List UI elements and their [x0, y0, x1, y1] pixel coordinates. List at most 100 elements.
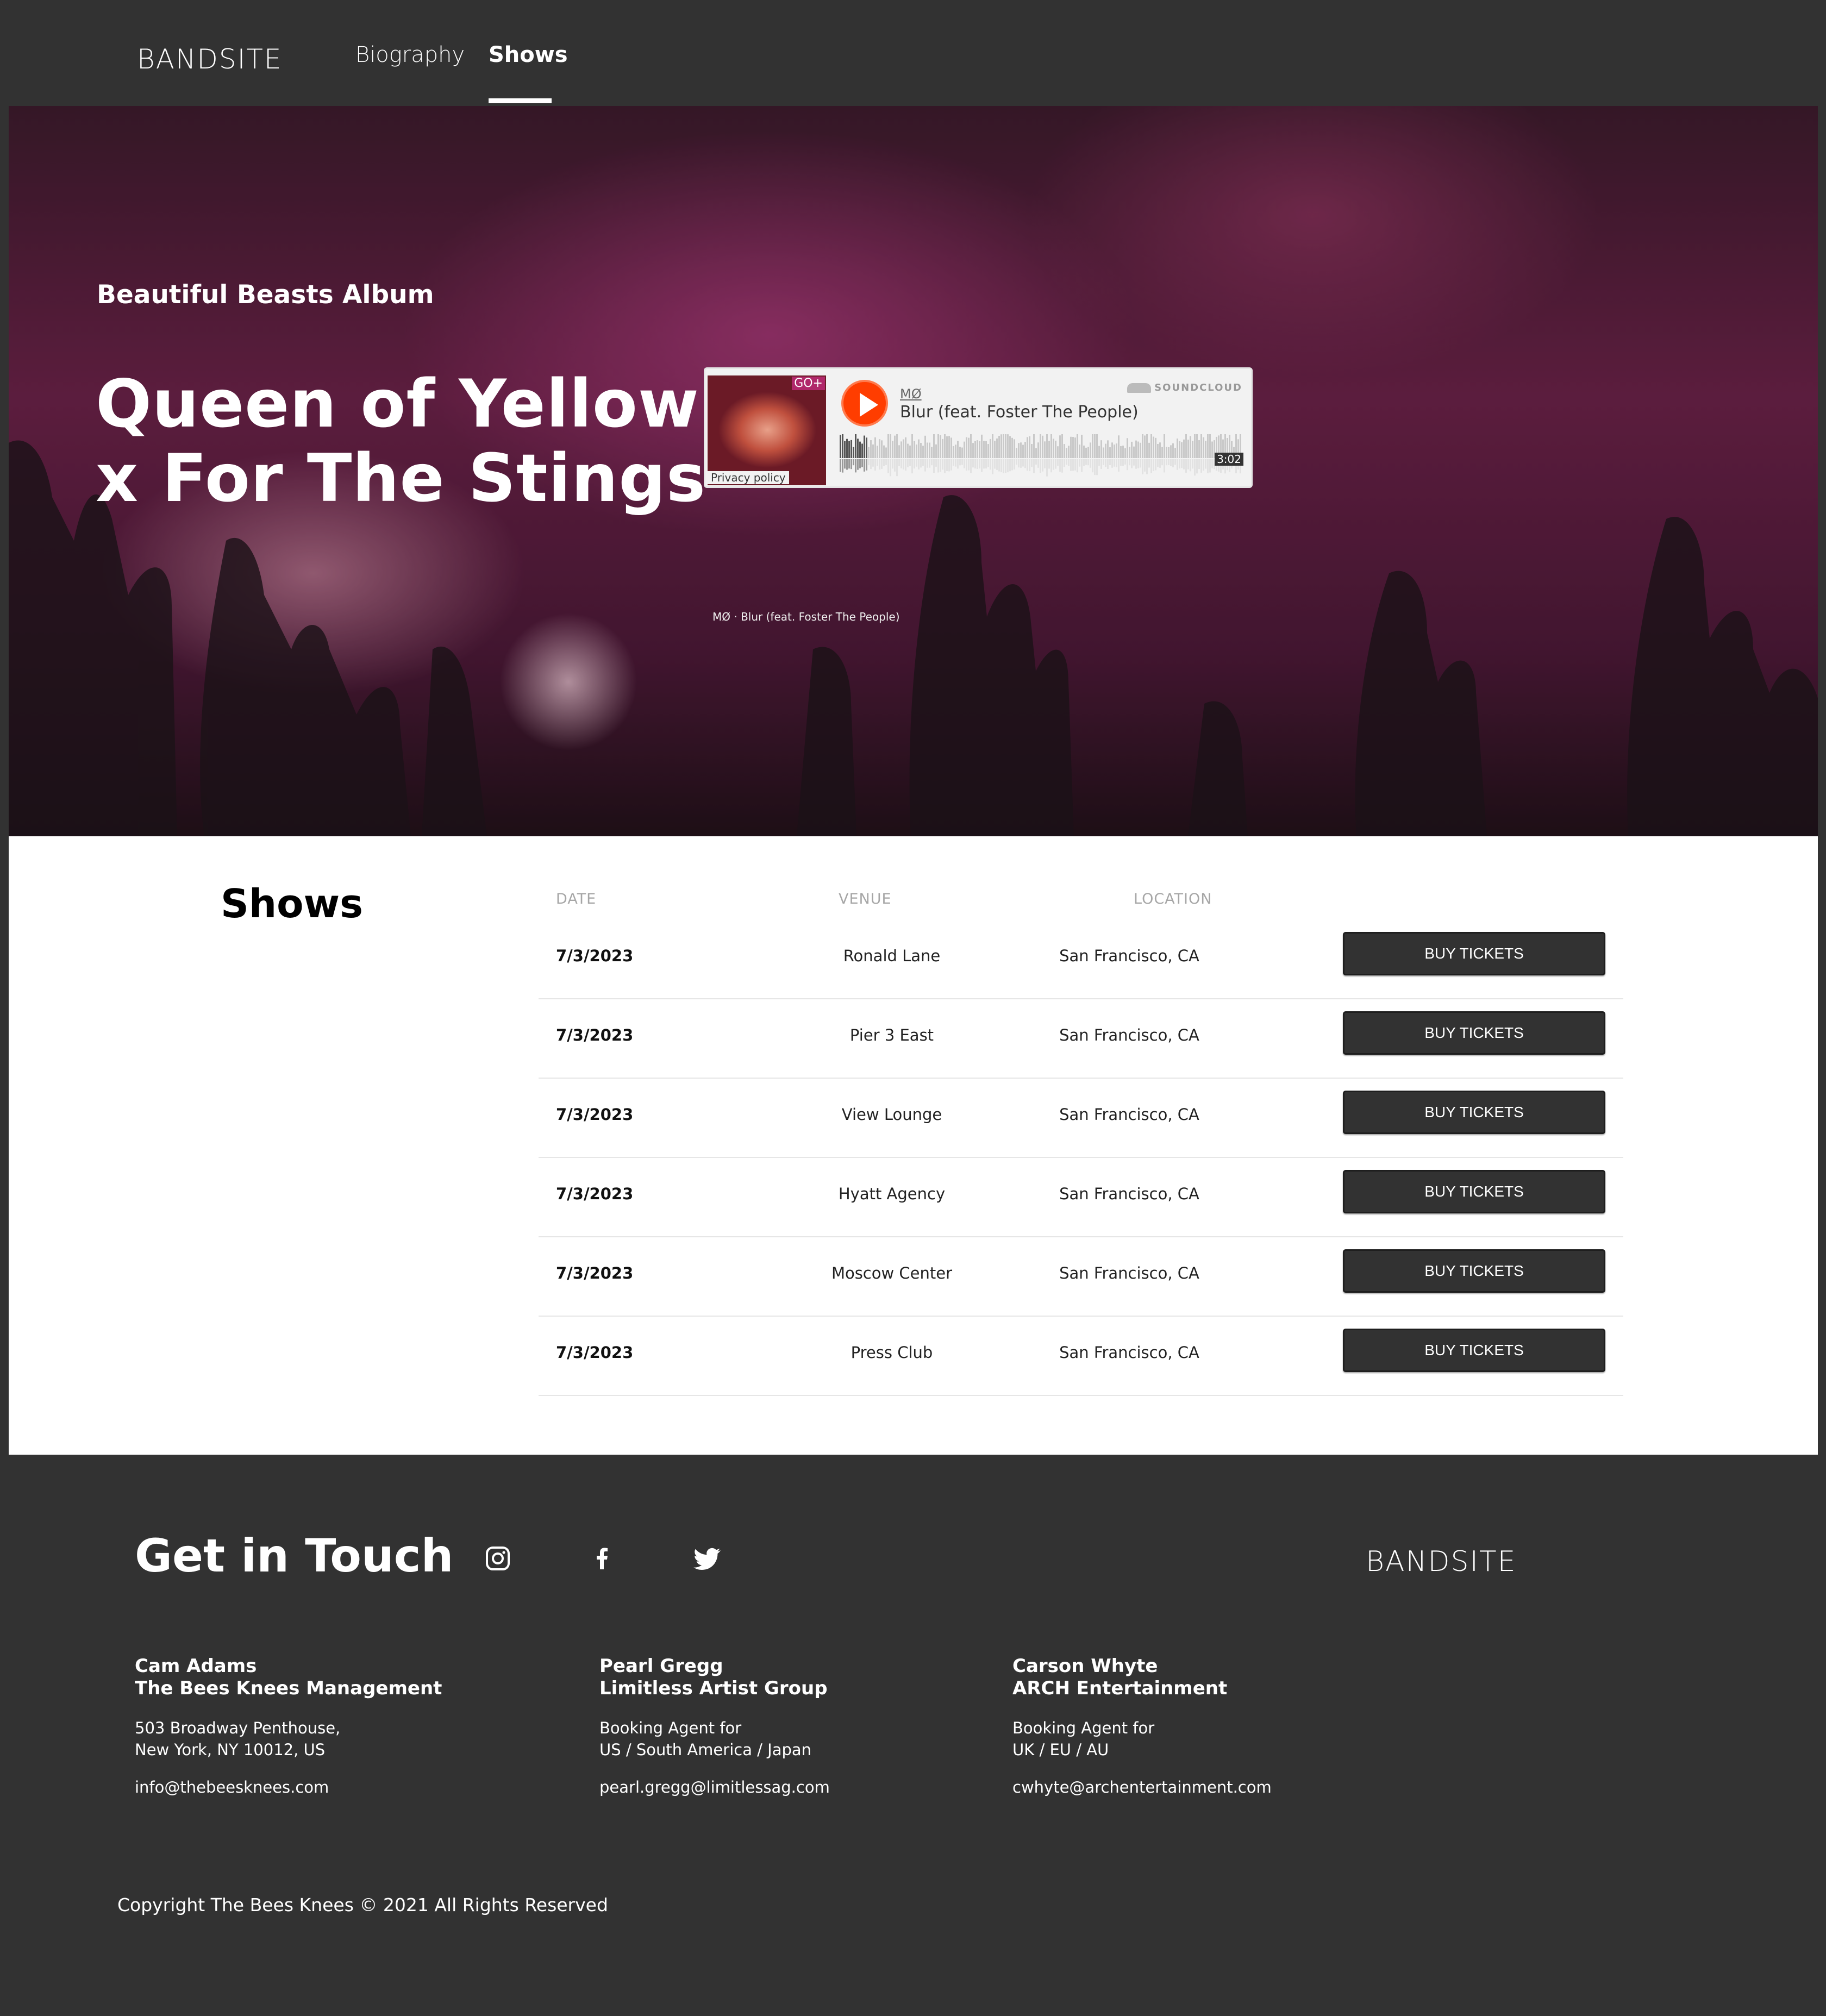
column-header-location: LOCATION — [1134, 891, 1212, 907]
buy-tickets-button[interactable]: BUY TICKETS — [1343, 1091, 1605, 1134]
waveform-bar — [1187, 440, 1189, 458]
nav-link-biography[interactable]: Biography — [355, 42, 465, 67]
waveform-bar — [1100, 440, 1102, 458]
waveform-bar — [1172, 443, 1174, 458]
waveform-reflection — [1009, 459, 1011, 472]
buy-tickets-button[interactable]: BUY TICKETS — [1343, 1170, 1605, 1213]
waveform-reflection — [1103, 459, 1104, 465]
site-logo[interactable]: BANDSITE — [137, 43, 282, 75]
show-venue: Press Club — [851, 1343, 933, 1362]
waveform-reflection — [1174, 459, 1176, 465]
waveform-reflection — [964, 459, 965, 468]
waveform-bar — [914, 441, 915, 458]
waveform-bar — [935, 444, 937, 458]
waveform-bar — [1177, 438, 1178, 458]
show-row[interactable]: 7/3/2023 Press Club San Francisco, CA BU… — [539, 1317, 1623, 1396]
waveform-bar — [1203, 437, 1204, 458]
contact-line: 503 Broadway Penthouse, — [135, 1719, 341, 1737]
waveform-reflection — [1014, 459, 1015, 470]
waveform-bar — [1148, 442, 1150, 458]
waveform-bar — [911, 434, 913, 458]
waveform-reflection — [846, 459, 848, 470]
shows-section: Shows DATE VENUE LOCATION 7/3/2023 Ronal… — [9, 836, 1818, 1455]
twitter-icon[interactable] — [693, 1543, 724, 1574]
show-row[interactable]: 7/3/2023 View Lounge San Francisco, CA B… — [539, 1079, 1623, 1158]
contact-name: Pearl Gregg — [599, 1655, 723, 1677]
buy-tickets-button[interactable]: BUY TICKETS — [1343, 1249, 1605, 1293]
waveform-reflection — [968, 459, 970, 471]
show-location: San Francisco, CA — [1059, 1105, 1199, 1124]
waveform-bar — [1207, 434, 1209, 458]
waveform-bar — [1068, 446, 1070, 458]
show-location: San Francisco, CA — [1059, 1026, 1199, 1044]
footer-logo[interactable]: BANDSITE — [1366, 1545, 1517, 1578]
track-title[interactable]: Blur (feat. Foster The People) — [900, 403, 1139, 422]
show-row[interactable]: 7/3/2023 Pier 3 East San Francisco, CA B… — [539, 999, 1623, 1079]
track-artist-link[interactable]: MØ — [900, 386, 922, 402]
waveform-reflection — [994, 459, 996, 469]
waveform-reflection — [1077, 459, 1078, 473]
waveform-bar — [1077, 434, 1078, 458]
waveform-reflection — [853, 459, 854, 466]
show-venue: Pier 3 East — [849, 1026, 934, 1044]
facebook-icon[interactable] — [587, 1543, 617, 1574]
waveform-reflection — [935, 459, 937, 467]
waveform-bar — [972, 443, 974, 458]
waveform-reflection — [1194, 459, 1196, 476]
buy-tickets-button[interactable]: BUY TICKETS — [1343, 1329, 1605, 1372]
waveform-bar — [853, 447, 854, 458]
waveform-bar — [877, 446, 878, 458]
waveform-bar — [1205, 441, 1206, 458]
contact-email-link[interactable]: pearl.gregg@limitlessag.com — [599, 1778, 980, 1796]
waveform-reflection — [1198, 459, 1200, 469]
waveform-bar — [1027, 437, 1028, 458]
privacy-policy-link[interactable]: Privacy policy — [708, 471, 789, 484]
waveform-reflection — [1018, 459, 1020, 468]
waveform-bar — [1048, 441, 1050, 458]
waveform-scrubber[interactable] — [840, 434, 1242, 478]
waveform-reflection — [931, 459, 933, 466]
waveform-bar — [1183, 439, 1185, 458]
nav-link-shows[interactable]: Shows — [489, 42, 568, 67]
show-row[interactable]: 7/3/2023 Ronald Lane San Francisco, CA B… — [539, 920, 1623, 999]
soundcloud-logo[interactable]: SOUNDCLOUD — [1127, 382, 1242, 393]
show-row[interactable]: 7/3/2023 Moscow Center San Francisco, CA… — [539, 1237, 1623, 1317]
waveform-bar — [961, 447, 963, 458]
waveform-bar — [896, 434, 898, 458]
waveform-reflection — [851, 459, 852, 469]
waveform-reflection — [1096, 459, 1098, 475]
waveform-reflection — [1144, 459, 1146, 472]
waveform-reflection — [1161, 459, 1163, 466]
waveform-reflection — [864, 459, 865, 472]
waveform-bar — [924, 435, 926, 458]
hero-banner: Beautiful Beasts Album Queen of Yellow x… — [9, 106, 1818, 836]
album-artwork[interactable]: GO+ — [708, 375, 826, 485]
waveform-bar — [885, 447, 887, 458]
player-caption[interactable]: MØ · Blur (feat. Foster The People) — [712, 610, 900, 623]
buy-tickets-button[interactable]: BUY TICKETS — [1343, 1011, 1605, 1055]
waveform-reflection — [1181, 459, 1183, 468]
waveform-bar — [1137, 441, 1139, 458]
instagram-icon[interactable] — [483, 1543, 513, 1574]
waveform-bar — [1146, 434, 1148, 458]
waveform-reflection — [981, 459, 983, 472]
waveform-bar — [927, 442, 928, 458]
buy-tickets-button[interactable]: BUY TICKETS — [1343, 932, 1605, 975]
contact-email-link[interactable]: cwhyte@archentertainment.com — [1012, 1778, 1393, 1796]
contact-email-link[interactable]: info@thebeesknees.com — [135, 1778, 515, 1796]
active-nav-indicator — [489, 98, 552, 103]
top-nav: BANDSITE Biography Shows — [0, 0, 1826, 106]
show-date: 7/3/2023 — [556, 1026, 634, 1044]
waveform-reflection — [1127, 459, 1128, 471]
waveform-bar — [1107, 440, 1109, 458]
contact-line: Booking Agent for — [1012, 1719, 1155, 1737]
waveform-reflection — [1133, 459, 1135, 466]
play-icon[interactable] — [841, 380, 888, 427]
waveform-reflection — [1098, 459, 1100, 466]
waveform-reflection — [898, 459, 900, 467]
waveform-reflection — [1048, 459, 1050, 469]
soundcloud-icon — [1127, 383, 1152, 393]
waveform-reflection — [1185, 459, 1187, 473]
waveform-bar — [1014, 439, 1015, 458]
show-row[interactable]: 7/3/2023 Hyatt Agency San Francisco, CA … — [539, 1158, 1623, 1237]
